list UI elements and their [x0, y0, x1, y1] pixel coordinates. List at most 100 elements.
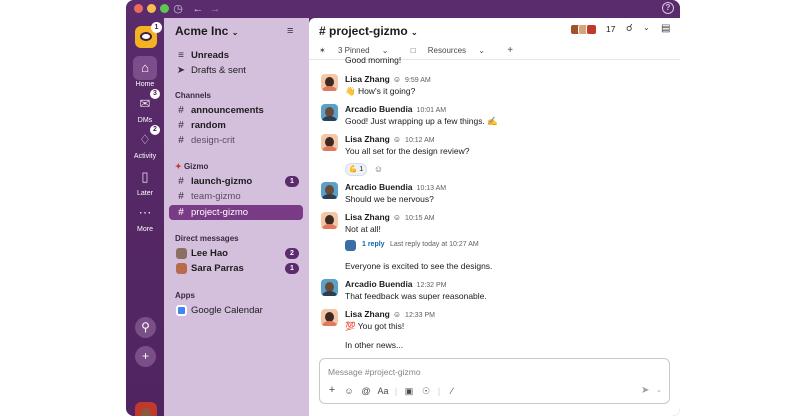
sidebar-item-label: design-crit [191, 135, 235, 146]
close-window-button[interactable] [134, 4, 143, 13]
mention-icon[interactable]: @ [360, 386, 372, 396]
plus-icon[interactable]: + [326, 384, 338, 396]
sidebar-item-label: random [191, 120, 226, 131]
folder-icon: □ [410, 46, 416, 55]
direct-messages-header[interactable]: Direct messages [175, 234, 239, 243]
message-author[interactable]: Lisa Zhang ☺ 9:59 AM [345, 74, 431, 84]
avatar[interactable] [321, 212, 338, 229]
reply-count[interactable]: 1 reply [362, 241, 385, 248]
unread-count-badge: 2 [285, 248, 299, 259]
sidebar-item-launch-gizmo[interactable]: # launch-gizmo 1 [169, 174, 303, 189]
message-timestamp[interactable]: 12:33 PM [405, 312, 435, 319]
avatar-body [322, 116, 337, 121]
message-author[interactable]: Lisa Zhang ☺ 10:15 AM [345, 212, 435, 222]
sidebar-item-drafts[interactable]: ➤ Drafts & sent [169, 63, 303, 78]
avatar[interactable] [321, 279, 338, 296]
avatar[interactable] [321, 104, 338, 121]
sidebar-item-lee-hao[interactable]: Lee Hao 2 [169, 246, 303, 261]
rail-activity[interactable]: ♢ 2 Activity [126, 125, 164, 160]
message-timestamp[interactable]: 10:15 AM [405, 215, 435, 222]
rail-later[interactable]: ▯ Later [126, 165, 164, 197]
avatar[interactable] [321, 182, 338, 199]
video-icon[interactable]: ▣ [403, 386, 415, 397]
message-input[interactable] [328, 365, 658, 379]
ellipsis-icon: ⋯ [138, 205, 152, 220]
clock-icon[interactable]: ◷ [170, 1, 186, 17]
message-author[interactable]: Lisa Zhang ☺ 10:12 AM [345, 134, 435, 144]
avatar-body [322, 224, 337, 229]
workspace-name[interactable]: Acme Inc ⌄ [175, 24, 238, 38]
gizmo-header[interactable]: ✦ Gizmo [175, 162, 208, 171]
zoom-window-button[interactable] [160, 4, 169, 13]
message-text: Everyone is excited to see the designs. [345, 261, 493, 271]
divider: | [437, 386, 441, 396]
minimize-window-button[interactable] [147, 4, 156, 13]
sidebar-item-sara-parras[interactable]: Sara Parras 1 [169, 261, 303, 276]
member-list-button[interactable]: 17 [570, 23, 618, 38]
plus-icon[interactable]: + [135, 346, 156, 367]
sidebar-item-team-gizmo[interactable]: # team-gizmo [169, 189, 303, 204]
message-timestamp[interactable]: 12:32 PM [417, 282, 447, 289]
send-icon[interactable]: ➤ [641, 385, 649, 396]
chevron-down-icon[interactable]: ⌄ [643, 23, 650, 32]
message-author[interactable]: Lisa Zhang ☺ 12:33 PM [345, 309, 435, 319]
filter-icon[interactable]: ≡ [287, 25, 293, 37]
member-count: 17 [606, 24, 616, 34]
arrow-right-icon[interactable]: → [207, 1, 223, 17]
workspace-logo[interactable]: 1 [135, 22, 162, 48]
microphone-icon[interactable]: ☉ [420, 386, 432, 397]
resources-button[interactable]: □ Resources ⌄ [411, 46, 495, 55]
sidebar-item-project-gizmo[interactable]: # project-gizmo [169, 205, 303, 220]
chevron-down-icon[interactable]: ⌄ [656, 386, 662, 394]
message-text: In other news... [345, 340, 404, 350]
sidebar-item-label: Sara Parras [191, 263, 244, 274]
arrow-left-icon[interactable]: ← [190, 1, 206, 17]
reaction-chip[interactable]: 💪 1 [345, 163, 367, 176]
channel-sidebar: Acme Inc ⌄ ≡ ≡ Unreads ➤ Drafts & sent C… [164, 18, 309, 416]
sidebar-item-unreads[interactable]: ≡ Unreads [169, 48, 303, 63]
last-reply-text: Last reply today at 10:27 AM [390, 241, 479, 248]
channels-header[interactable]: Channels [175, 91, 211, 100]
pinned-button[interactable]: ✶ 3 Pinned ⌄ [319, 46, 398, 55]
message-author[interactable]: Arcadio Buendia 10:01 AM [345, 104, 446, 114]
divider: | [394, 386, 398, 396]
sidebar-item-announcements[interactable]: # announcements [169, 103, 303, 118]
user-avatar[interactable] [135, 402, 157, 416]
message-text: You all set for the design review? [345, 146, 470, 156]
sidebar-item-google-calendar[interactable]: Google Calendar [169, 303, 303, 318]
rail-more[interactable]: ⋯ More [126, 201, 164, 233]
message-author[interactable]: Arcadio Buendia 10:13 AM [345, 182, 446, 192]
avatar[interactable] [321, 134, 338, 151]
add-bookmark-icon[interactable]: + [507, 45, 513, 56]
canvas-icon[interactable]: ▤ [661, 23, 670, 34]
message-timestamp[interactable]: 9:59 AM [405, 77, 431, 84]
status-emoji-icon: ☺ [392, 135, 402, 144]
chevron-down-icon: ⌄ [411, 28, 418, 37]
format-icon[interactable]: Aa [377, 386, 389, 396]
emoji-icon[interactable]: ☺ [343, 386, 355, 396]
sidebar-item-design-crit[interactable]: # design-crit [169, 133, 303, 148]
shortcuts-icon[interactable]: ∕ [446, 386, 458, 396]
channel-title[interactable]: # project-gizmo ⌄ [319, 24, 418, 38]
rail-home[interactable]: ⌂ Home [126, 56, 164, 88]
message-timestamp[interactable]: 10:01 AM [417, 107, 447, 114]
avatar [176, 263, 187, 274]
add-reaction-icon[interactable]: ☺ [372, 163, 385, 176]
search-icon[interactable]: ⚲ [135, 317, 156, 338]
status-emoji-icon: ☺ [392, 213, 402, 222]
help-icon[interactable]: ? [662, 2, 674, 14]
sidebar-item-random[interactable]: # random [169, 118, 303, 133]
rail-dms[interactable]: ✉ 3 DMs [126, 89, 164, 124]
message-author[interactable]: Arcadio Buendia 12:32 PM [345, 279, 447, 289]
headphones-icon[interactable]: ☌ [626, 23, 633, 34]
message-timestamp[interactable]: 10:13 AM [417, 185, 447, 192]
rail-home-label: Home [135, 81, 155, 88]
avatar-body [322, 146, 337, 151]
avatar [176, 248, 187, 259]
avatar[interactable] [321, 309, 338, 326]
apps-header[interactable]: Apps [175, 291, 195, 300]
message-timestamp[interactable]: 10:12 AM [405, 137, 435, 144]
avatar[interactable] [321, 74, 338, 91]
message-text: 💯 You got this! [345, 321, 405, 331]
message-text: Should we be nervous? [345, 194, 434, 204]
